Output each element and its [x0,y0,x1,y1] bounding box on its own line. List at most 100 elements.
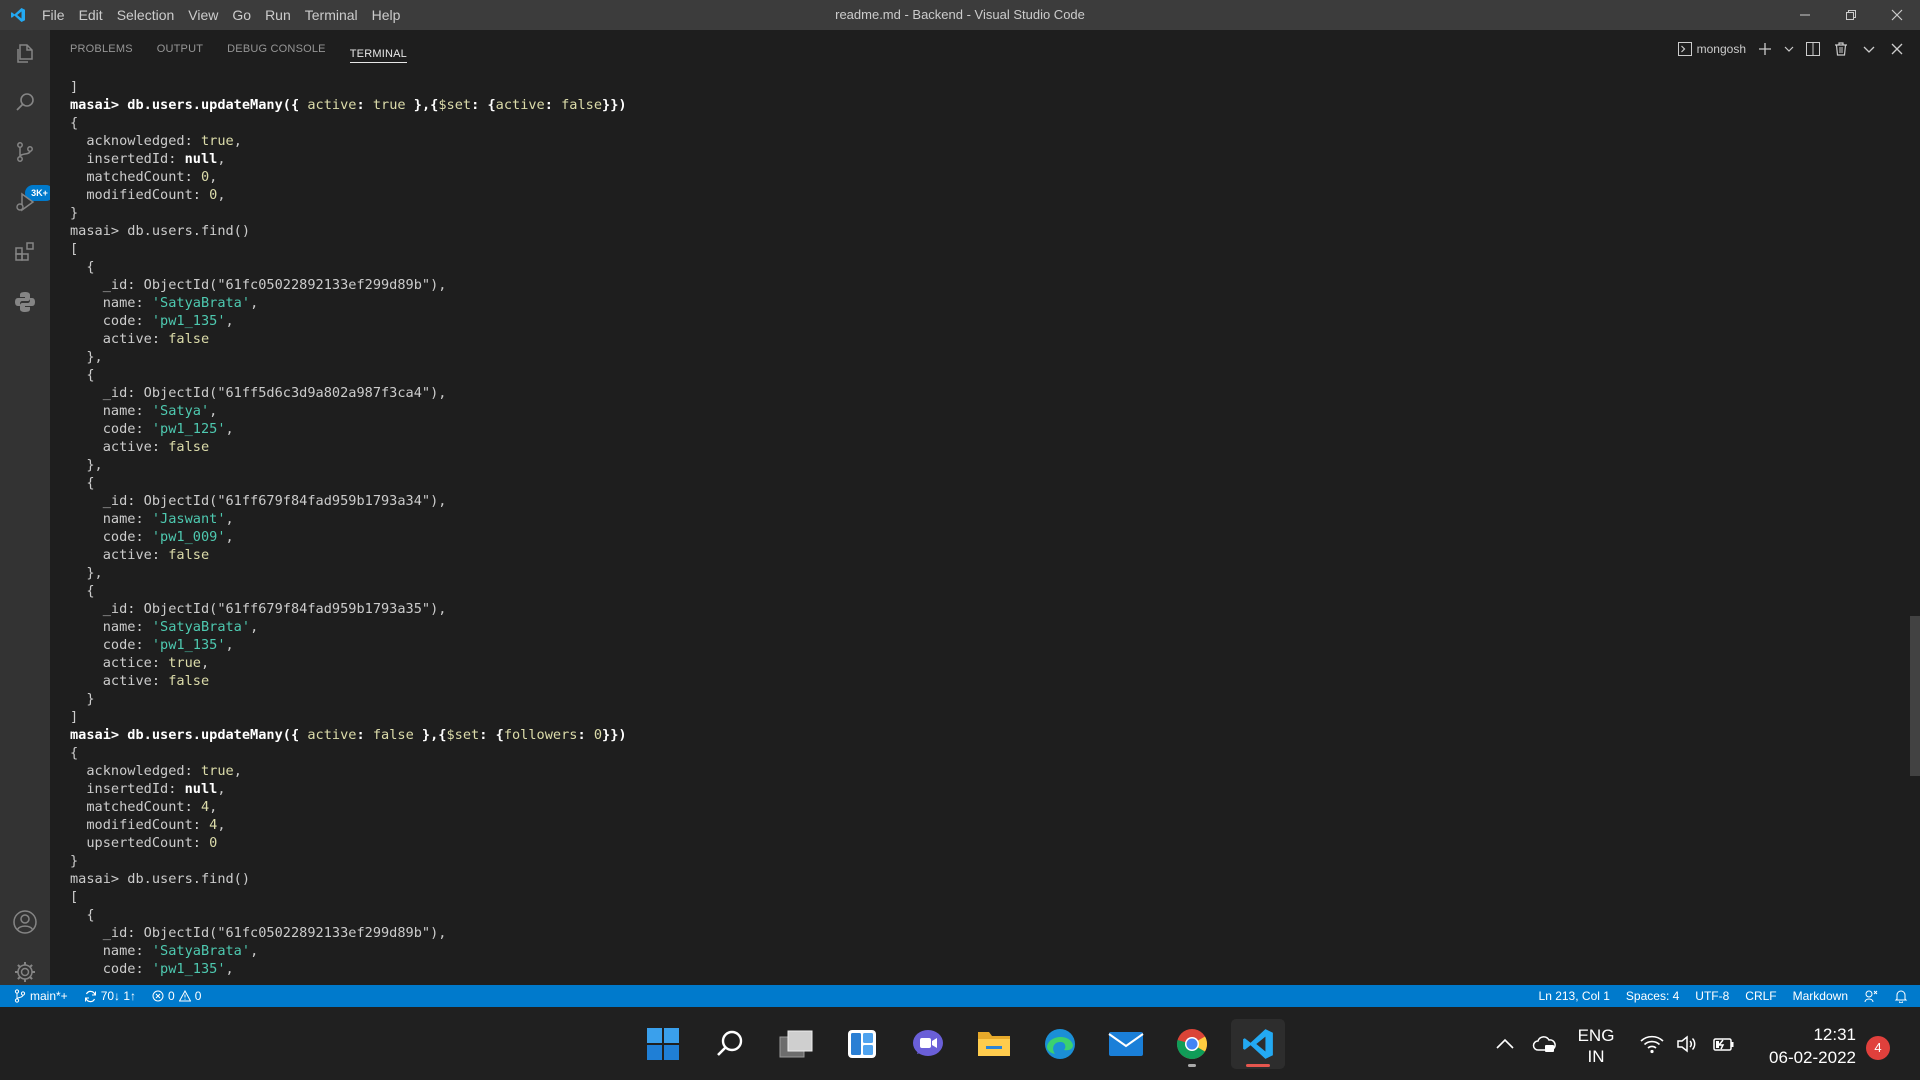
terminal-text: , [225,511,234,527]
branch-indicator[interactable]: main*+ [14,989,68,1003]
terminal-text: } [70,205,79,221]
tab-problems[interactable]: PROBLEMS [70,30,133,68]
warning-icon [178,990,191,1002]
python-button[interactable] [0,278,50,326]
end-of-line[interactable]: CRLF [1745,989,1776,1003]
terminal-text: , [250,943,259,959]
menu-selection[interactable]: Selection [110,0,182,30]
close-window-button[interactable] [1874,0,1920,30]
problems-indicator[interactable]: 0 0 [152,989,201,1003]
vscode-taskbar-button[interactable] [1231,1019,1285,1069]
close-icon [1891,43,1903,55]
terminal-text: false [561,97,603,113]
split-terminal-button[interactable] [1804,40,1822,58]
start-button[interactable] [636,1019,690,1069]
run-debug-button[interactable] [0,178,50,226]
terminal-text: : { [471,97,496,113]
terminal-text: masai> db.users.find() [70,223,251,239]
feedback-button[interactable] [1864,989,1878,1003]
kill-terminal-button[interactable] [1832,40,1850,58]
trash-icon [1835,42,1847,56]
terminal-selector[interactable]: mongosh [1677,42,1746,56]
terminal-text: : [544,97,562,113]
menu-view[interactable]: View [181,0,225,30]
terminal-line: code: 'pw1_135', [70,636,1870,654]
tab-output[interactable]: OUTPUT [157,30,203,68]
chrome-browser-button[interactable] [1165,1019,1219,1069]
volume-button[interactable] [1676,1007,1698,1080]
new-terminal-button[interactable] [1756,40,1774,58]
accounts-button[interactable] [0,898,50,946]
terminal-line: _id: ObjectId("61ff679f84fad959b1793a35"… [70,600,1870,618]
terminal-line: { [70,744,1870,762]
file-explorer-button[interactable] [967,1019,1021,1069]
panel-header: PROBLEMS OUTPUT DEBUG CONSOLE TERMINAL m… [50,30,1920,68]
terminal-text: active: [70,331,169,347]
mail-button[interactable] [1099,1019,1153,1069]
clock[interactable]: 12:31 06-02-2022 [1750,1023,1856,1069]
notification-badge[interactable]: 4 [1866,1036,1890,1060]
menu-edit[interactable]: Edit [72,0,110,30]
terminal-text: }}) [602,97,627,113]
language-mode[interactable]: Markdown [1793,989,1848,1003]
teams-chat-button[interactable] [901,1019,955,1069]
vscode-logo-icon[interactable] [0,0,35,30]
notifications-button[interactable] [1894,989,1908,1003]
terminal-text: 'Jaswant' [151,511,226,527]
onedrive-button[interactable] [1532,1007,1556,1080]
menu-terminal[interactable]: Terminal [298,0,365,30]
battery-button[interactable] [1712,1007,1736,1080]
terminal-line: active: false [70,672,1870,690]
restore-button[interactable] [1828,0,1874,30]
show-hidden-icons-button[interactable] [1496,1007,1514,1080]
launch-profile-button[interactable] [1784,40,1794,58]
wifi-button[interactable] [1640,1007,1664,1080]
terminal-line: insertedId: null, [70,150,1870,168]
menu-run[interactable]: Run [258,0,298,30]
widgets-button[interactable] [835,1019,889,1069]
cloud-icon [1532,1035,1556,1052]
task-view-button[interactable] [769,1019,823,1069]
terminal-line: }, [70,456,1870,474]
terminal-text: , [225,637,234,653]
terminal-output[interactable]: ] masai> db.users.updateMany({ active: tr… [70,78,1870,978]
activity-bar: 3K+ [0,30,54,985]
terminal-line: code: 'pw1_009', [70,528,1870,546]
menu-help[interactable]: Help [365,0,408,30]
source-control-button[interactable] [0,128,50,176]
clock-time: 12:31 [1813,1025,1856,1044]
tab-debug-console[interactable]: DEBUG CONSOLE [227,30,326,68]
edge-browser-button[interactable] [1033,1019,1087,1069]
menu-file[interactable]: File [35,0,72,30]
terminal-text: false [168,331,210,347]
indentation[interactable]: Spaces: 4 [1626,989,1679,1003]
speaker-icon [1677,1034,1696,1053]
terminal-text: false [372,727,414,743]
terminal-text: , [250,295,259,311]
scrollbar-thumb[interactable] [1910,616,1920,776]
menu-go[interactable]: Go [225,0,258,30]
tab-terminal[interactable]: TERMINAL [349,36,407,63]
terminal-line: }, [70,348,1870,366]
minimize-button[interactable] [1782,0,1828,30]
sync-indicator[interactable]: 70↓ 1↑ [84,989,136,1003]
wifi-icon [1640,1035,1664,1053]
terminal-line: [ [70,888,1870,906]
terminal-text: [ [70,241,79,257]
search-button[interactable] [0,78,50,126]
feedback-icon [1864,990,1878,1003]
chevron-up-icon [1496,1038,1514,1049]
explorer-button[interactable] [0,30,50,78]
terminal-text: 4 [200,799,210,815]
search-icon [16,93,34,111]
maximize-panel-button[interactable] [1860,40,1878,58]
menu-bar: File Edit Selection View Go Run Terminal… [35,0,407,30]
taskbar-search-button[interactable] [703,1019,757,1069]
terminal-scrollbar[interactable] [1910,68,1920,985]
close-panel-button[interactable] [1888,40,1906,58]
terminal-text: 0 [593,727,603,743]
cursor-position[interactable]: Ln 213, Col 1 [1539,989,1610,1003]
language-indicator[interactable]: ENG IN [1576,1025,1616,1067]
extensions-button[interactable] [0,228,50,276]
encoding[interactable]: UTF-8 [1695,989,1729,1003]
